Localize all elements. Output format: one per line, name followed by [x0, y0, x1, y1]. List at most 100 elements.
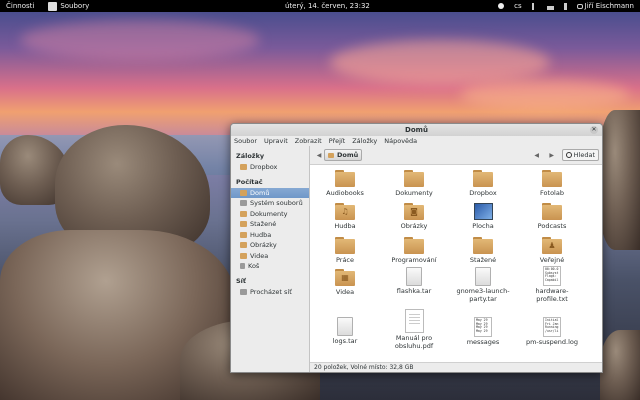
- clock[interactable]: úterý, 14. červen, 23:32: [285, 2, 370, 10]
- file-item-programovani[interactable]: Programování: [384, 237, 444, 264]
- file-label: pm-suspend.log: [525, 338, 579, 346]
- file-item-podcasts[interactable]: Podcasts: [522, 203, 582, 230]
- pictures-folder-icon: [240, 242, 247, 249]
- file-item-obrazky[interactable]: ◙ Obrázky: [384, 203, 444, 230]
- forward-icon[interactable]: ▶: [547, 152, 557, 159]
- back-icon[interactable]: ◀: [532, 152, 542, 159]
- breadcrumb-home[interactable]: Domů: [324, 149, 363, 161]
- activities-button[interactable]: Činnosti: [6, 2, 34, 10]
- file-item-hardware-profile[interactable]: 00:00.0 Subsyst Flags: Capabil hardware-pro…: [522, 266, 582, 303]
- file-item-stazene[interactable]: Stažené: [453, 237, 513, 264]
- desktop-icon: [473, 203, 493, 220]
- file-item-videa[interactable]: ▦ Videa: [315, 269, 375, 296]
- home-folder-icon: [328, 152, 334, 158]
- file-item-prace[interactable]: Práce: [315, 237, 375, 264]
- menu-prejit[interactable]: Přejít: [329, 136, 346, 146]
- sidebar: Záložky Dropbox Počítač Domů Systém soub…: [231, 146, 310, 372]
- file-label: Audiobooks: [326, 189, 364, 197]
- folder-icon: [473, 170, 493, 187]
- file-label: Hudba: [334, 222, 356, 230]
- menubar: Soubor Upravit Zobrazit Přejít Záložky N…: [231, 136, 602, 146]
- file-label: messages: [466, 338, 500, 346]
- sidebar-item-browse-network[interactable]: Procházet síť: [231, 287, 309, 298]
- folder-icon: [542, 170, 562, 187]
- file-label: Programování: [391, 256, 437, 264]
- accessibility-icon[interactable]: [498, 3, 505, 9]
- breadcrumb-label: Domů: [337, 151, 359, 159]
- file-item-hudba[interactable]: ♫ Hudba: [315, 203, 375, 230]
- volume-icon[interactable]: [531, 2, 537, 10]
- trash-icon: [240, 263, 245, 270]
- download-folder-icon: [240, 221, 247, 228]
- file-item-logs[interactable]: logs.tar: [315, 317, 375, 345]
- sidebar-item-label: Dropbox: [250, 163, 278, 172]
- file-label: flashka.tar: [396, 287, 432, 295]
- folder-icon: [335, 237, 355, 254]
- sidebar-item-home[interactable]: Domů: [231, 187, 309, 198]
- file-label: Manuál pro obsluhu.pdf: [394, 334, 434, 350]
- sidebar-item-label: Systém souborů: [250, 199, 303, 208]
- file-label: Fotolab: [540, 189, 564, 197]
- sidebar-item-pictures[interactable]: Obrázky: [231, 240, 309, 251]
- sidebar-item-label: Procházet síť: [250, 287, 292, 296]
- sidebar-item-dropbox[interactable]: Dropbox: [231, 162, 309, 173]
- folder-icon: [335, 170, 355, 187]
- file-item-pm-suspend[interactable]: Initial Fri Jan Running/usr/li pm-suspend.…: [522, 317, 582, 346]
- videos-folder-icon: [240, 252, 247, 259]
- main-pane: ◀ Domů ◀ ▶ Hledat Audiobooks Dokumenty D…: [310, 146, 602, 372]
- file-item-verejne[interactable]: ♟ Veřejné: [522, 237, 582, 264]
- file-label: Dropbox: [469, 189, 497, 197]
- sidebar-item-documents[interactable]: Dokumenty: [231, 209, 309, 220]
- archive-icon: [337, 317, 353, 336]
- sidebar-item-label: Dokumenty: [250, 209, 288, 218]
- file-item-messages[interactable]: May 29 May 29 May 29 May 29 messages: [453, 317, 513, 346]
- user-menu[interactable]: Jiří Eischmann: [576, 2, 634, 10]
- sidebar-item-label: Hudba: [250, 230, 272, 239]
- menu-zalozky[interactable]: Záložky: [352, 136, 377, 146]
- file-label: Videa: [335, 288, 355, 296]
- file-label: Stažené: [469, 256, 497, 264]
- sidebar-header-bookmarks: Záložky: [236, 152, 265, 160]
- sidebar-item-label: Domů: [250, 188, 270, 197]
- keyboard-layout[interactable]: cs: [514, 2, 522, 10]
- archive-icon: [475, 267, 491, 286]
- menu-zobrazit[interactable]: Zobrazit: [295, 136, 322, 146]
- sidebar-item-downloads[interactable]: Stažené: [231, 219, 309, 230]
- search-button[interactable]: Hledat: [561, 149, 599, 161]
- sidebar-item-trash[interactable]: Koš: [231, 261, 309, 272]
- sidebar-item-videos[interactable]: Videa: [231, 251, 309, 262]
- bluetooth-icon[interactable]: [563, 2, 567, 10]
- menu-upravit[interactable]: Upravit: [264, 136, 288, 146]
- path-scroll-left-icon[interactable]: ◀: [314, 152, 324, 159]
- network-icon: [240, 288, 247, 295]
- file-item-flashka[interactable]: flashka.tar: [384, 267, 444, 295]
- app-menu[interactable]: Soubory: [48, 1, 89, 11]
- music-folder-icon: [240, 231, 247, 238]
- sidebar-item-filesystem[interactable]: Systém souborů: [231, 198, 309, 209]
- file-item-dropbox[interactable]: Dropbox: [453, 170, 513, 197]
- file-item-fotolab[interactable]: Fotolab: [522, 170, 582, 197]
- sidebar-header-network: Síť: [236, 276, 247, 285]
- file-item-dokumenty[interactable]: Dokumenty: [384, 170, 444, 197]
- file-item-manual-pdf[interactable]: Manuál pro obsluhu.pdf: [384, 309, 444, 350]
- close-icon[interactable]: ✕: [590, 126, 598, 134]
- menu-soubor[interactable]: Soubor: [234, 136, 257, 146]
- folder-icon: [542, 203, 562, 220]
- search-label: Hledat: [573, 151, 595, 159]
- window-title: Domů: [405, 126, 428, 134]
- file-item-gnome3-launch-party[interactable]: gnome3-launch-party.tar: [453, 267, 513, 303]
- window-titlebar[interactable]: Domů ✕: [231, 124, 602, 136]
- file-manager-window: Domů ✕ Soubor Upravit Zobrazit Přejít Zá…: [230, 123, 603, 373]
- file-label: Práce: [335, 256, 355, 264]
- file-label: logs.tar: [332, 337, 358, 345]
- file-item-audiobooks[interactable]: Audiobooks: [315, 170, 375, 197]
- network-icon[interactable]: [546, 2, 554, 10]
- user-name: Jiří Eischmann: [584, 2, 634, 10]
- file-label: hardware-profile.txt: [535, 287, 569, 303]
- files-app-icon: [48, 1, 58, 11]
- menu-napoveda[interactable]: Nápověda: [384, 136, 417, 146]
- sidebar-item-music[interactable]: Hudba: [231, 230, 309, 241]
- sidebar-item-label: Koš: [248, 262, 260, 271]
- file-item-plocha[interactable]: Plocha: [453, 203, 513, 230]
- sidebar-header-computer: Počítač: [236, 177, 263, 186]
